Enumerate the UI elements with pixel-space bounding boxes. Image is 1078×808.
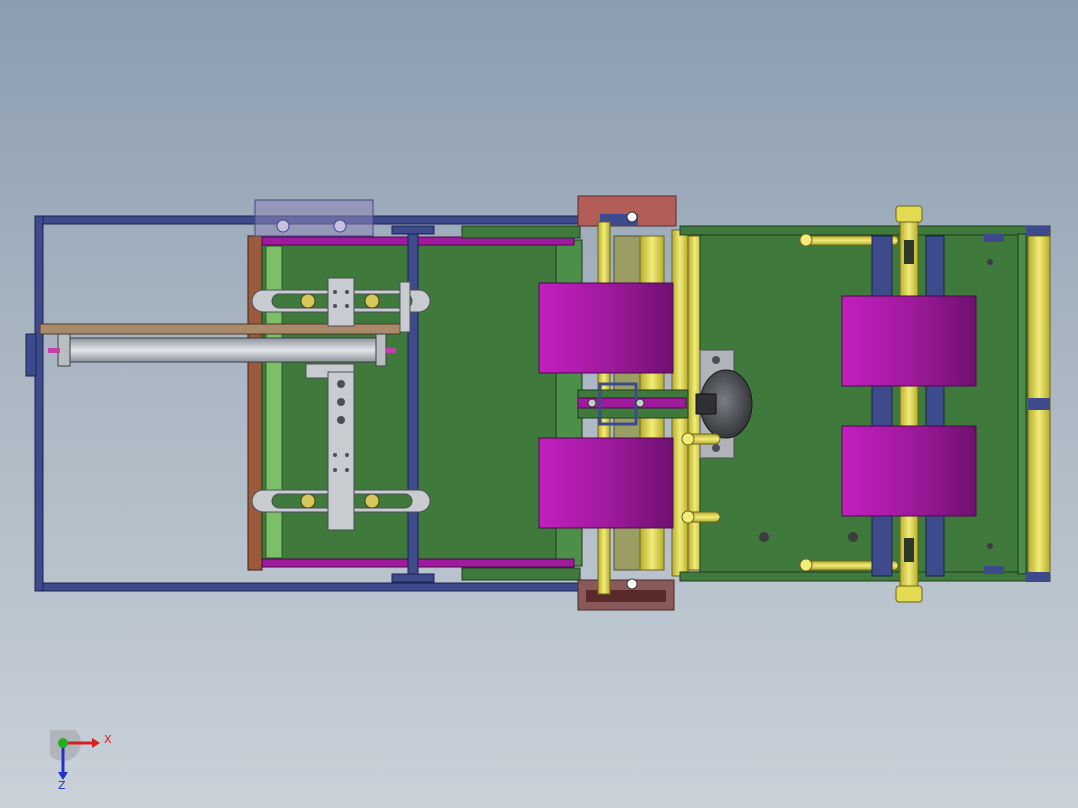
drum-top-right (841, 295, 977, 387)
z-axis-label: Z (58, 779, 66, 792)
linear-actuator (39, 323, 401, 367)
right-end-roller (1026, 226, 1051, 582)
drum-bottom-left (538, 437, 674, 529)
drum-bottom-right (841, 425, 977, 517)
x-axis-label: X (104, 733, 112, 746)
right-lead-screws (871, 205, 945, 603)
cad-viewport[interactable]: X Z (0, 0, 1078, 808)
assembly-top-view[interactable] (0, 0, 1078, 808)
drum-top-left (538, 282, 674, 374)
middle-side-plate-top (461, 225, 581, 239)
top-drive-block (577, 195, 677, 227)
bottom-drive-block (577, 578, 675, 611)
center-chain (577, 382, 689, 426)
frame-post-foot-bottom (391, 573, 435, 583)
y-axis-point (58, 738, 68, 748)
frame-post-foot-top (391, 225, 435, 235)
middle-side-plate-bottom (461, 567, 581, 581)
